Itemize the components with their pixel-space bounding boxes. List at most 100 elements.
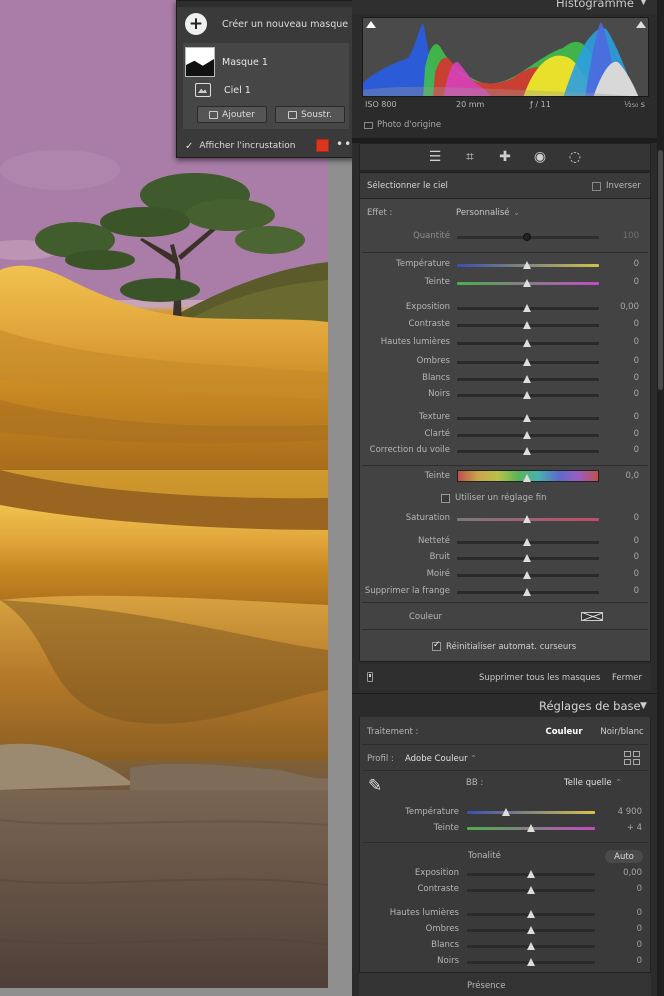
slider-label: Bruit — [429, 552, 450, 562]
fine-adjust-checkbox[interactable] — [441, 494, 450, 503]
temperature-value: 4 900 — [617, 807, 642, 817]
slider-thumb[interactable] — [523, 571, 531, 579]
plus-icon: + — [185, 13, 207, 35]
mask-thumbnail — [185, 47, 215, 77]
tint-slider-thumb[interactable] — [527, 824, 535, 832]
invert-checkbox[interactable] — [592, 182, 601, 191]
highlight-clipping-icon[interactable] — [636, 21, 646, 28]
slider-label: Exposition — [405, 302, 450, 312]
slider-thumb[interactable] — [523, 588, 531, 596]
slider-thumb[interactable] — [523, 414, 531, 422]
tint-label: Teinte — [433, 823, 459, 833]
slider-thumb[interactable] — [527, 958, 535, 966]
slider-thumb[interactable] — [523, 261, 531, 269]
slider-label: Noirs — [428, 389, 450, 399]
mask-item-masque-1[interactable]: Masque 1 — [185, 47, 351, 77]
slider-thumb[interactable] — [527, 886, 535, 894]
slider-value: 0 — [633, 389, 639, 399]
color-swatch[interactable] — [581, 612, 603, 621]
slider-thumb[interactable] — [523, 321, 531, 329]
delete-all-masks-button[interactable]: Supprimer tous les masques — [479, 673, 600, 683]
slider-label: Exposition — [414, 868, 459, 878]
slider-thumb[interactable] — [523, 554, 531, 562]
slider-thumb[interactable] — [523, 339, 531, 347]
create-new-mask-button[interactable]: + Créer un nouveau masque — [185, 13, 350, 35]
hue-slider-thumb[interactable] — [523, 474, 531, 482]
group-separator — [362, 842, 648, 843]
crop-icon[interactable]: ⌗ — [462, 149, 478, 165]
slider-thumb[interactable] — [523, 447, 531, 455]
close-button[interactable]: Fermer — [612, 673, 642, 683]
slider-thumb[interactable] — [523, 304, 531, 312]
mask-visibility-toggle-icon[interactable] — [367, 672, 373, 682]
slider-label: Blancs — [431, 940, 459, 950]
slider-thumb[interactable] — [523, 538, 531, 546]
slider-label: Contraste — [408, 319, 450, 329]
treatment-bw-button[interactable]: Noir/blanc — [595, 724, 649, 739]
temperature-slider-thumb[interactable] — [502, 808, 510, 816]
masking-icon[interactable]: ◌ — [567, 149, 583, 165]
auto-tone-button[interactable]: Auto — [605, 850, 643, 863]
slider-value: 0 — [633, 259, 639, 269]
collapse-triangle-icon[interactable]: ▼ — [640, 701, 647, 711]
slider-thumb[interactable] — [523, 431, 531, 439]
treatment-color-button[interactable]: Couleur — [540, 724, 588, 739]
lightroom-window: + Créer un nouveau masque Masque 1 Ciel … — [0, 0, 664, 996]
slider-value: 0 — [633, 552, 639, 562]
treatment-label: Traitement : — [367, 727, 419, 737]
slider-value: 0 — [636, 884, 642, 894]
profile-dropdown[interactable]: Adobe Couleur — [405, 754, 468, 764]
profile-label: Profil : — [367, 754, 394, 764]
iso-value: ISO 800 — [365, 100, 397, 109]
slider-thumb[interactable] — [523, 358, 531, 366]
slider-thumb[interactable] — [523, 391, 531, 399]
slider-value: 0 — [633, 429, 639, 439]
effect-preset-dropdown[interactable]: Personnalisé — [456, 208, 510, 218]
amount-value: 100 — [622, 231, 639, 241]
add-button-label: Ajouter — [222, 109, 255, 120]
panel-scroll-thumb[interactable] — [658, 150, 663, 390]
group-separator — [362, 602, 648, 603]
red-eye-icon[interactable]: ◉ — [532, 149, 548, 165]
amount-slider-thumb[interactable] — [523, 233, 531, 241]
overlay-color-swatch[interactable] — [316, 139, 329, 152]
slider-thumb[interactable] — [523, 375, 531, 383]
basic-panel-title: Réglages de base — [539, 699, 641, 713]
slider-value: 0 — [633, 536, 639, 546]
slider-thumb[interactable] — [527, 910, 535, 918]
temperature-slider-track[interactable] — [467, 811, 595, 814]
slider-value: 0 — [633, 356, 639, 366]
collapse-triangle-icon[interactable]: ▼ — [640, 0, 647, 7]
slider-thumb[interactable] — [523, 515, 531, 523]
subtract-button[interactable]: Soustr. — [275, 106, 345, 123]
tint-value: + 4 — [626, 823, 642, 833]
slider-label: Hautes lumières — [380, 337, 450, 347]
slider-value: 0 — [633, 319, 639, 329]
treatment-bw-label: Noir/blanc — [600, 726, 644, 737]
slider-thumb[interactable] — [523, 279, 531, 287]
healing-icon[interactable]: ✚ — [497, 149, 513, 165]
slider-label: Teinte — [424, 277, 450, 287]
mask-component-label: Ciel 1 — [224, 84, 251, 96]
group-separator — [362, 465, 648, 466]
slider-label: Contraste — [417, 884, 459, 894]
slider-label: Noirs — [437, 956, 459, 966]
original-photo-toggle[interactable]: Photo d'origine — [364, 120, 441, 130]
color-label: Couleur — [409, 612, 442, 622]
mask-list: Masque 1 Ciel 1 Ajouter Soustr. — [183, 43, 349, 129]
profile-browser-icon[interactable] — [624, 751, 640, 765]
white-balance-eyedropper-icon[interactable]: ✎ — [368, 776, 390, 798]
slider-thumb[interactable] — [527, 870, 535, 878]
hue-value: 0,0 — [625, 471, 639, 481]
reset-sliders-label: Réinitialiser automat. curseurs — [446, 642, 577, 652]
slider-thumb[interactable] — [527, 942, 535, 950]
shadow-clipping-icon[interactable] — [366, 21, 376, 28]
histogram-svg — [363, 18, 648, 96]
dropdown-arrow-icon: ⌃ — [470, 754, 478, 764]
add-button[interactable]: Ajouter — [197, 106, 267, 123]
white-balance-dropdown[interactable]: Telle quelle — [564, 778, 612, 788]
edit-sliders-icon[interactable]: ☰ — [427, 149, 443, 165]
reset-sliders-checkbox[interactable] — [432, 640, 441, 651]
slider-thumb[interactable] — [527, 926, 535, 934]
mask-item-ciel-1[interactable]: Ciel 1 — [195, 83, 361, 97]
